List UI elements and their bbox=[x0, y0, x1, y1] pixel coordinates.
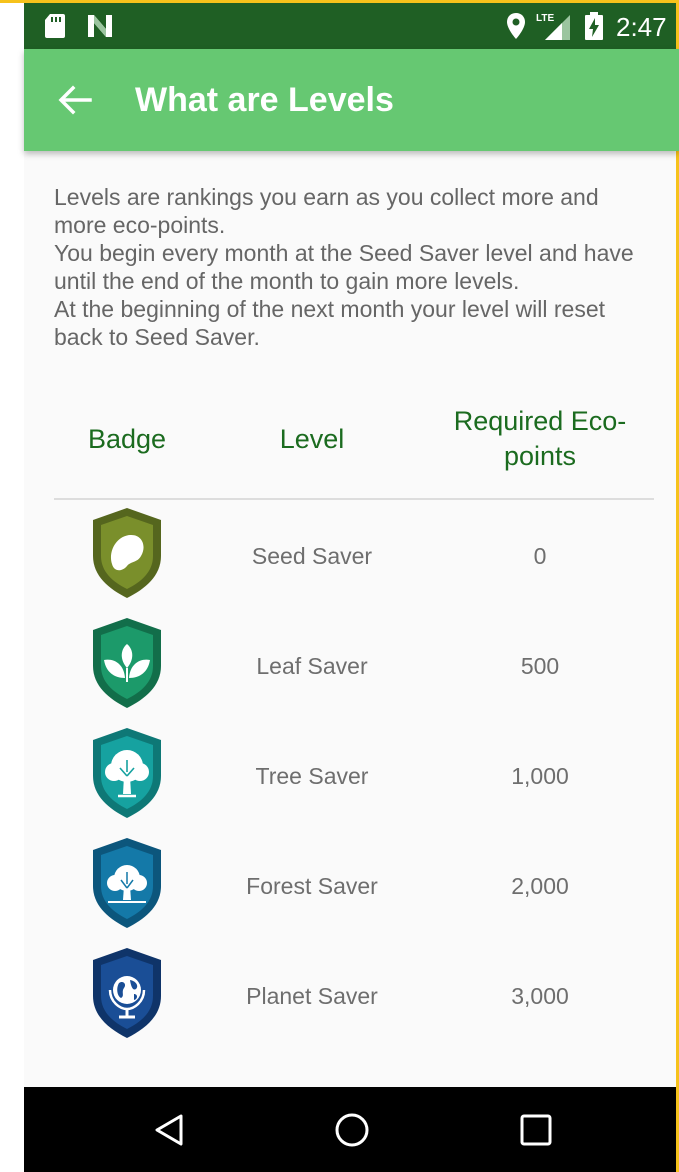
intro-paragraph: Levels are rankings you earn as you coll… bbox=[54, 184, 599, 238]
level-name: Leaf Saver bbox=[256, 653, 368, 679]
tree-badge-icon bbox=[93, 728, 161, 818]
table-row: Seed Saver 0 bbox=[24, 506, 679, 616]
forest-badge-icon bbox=[93, 838, 161, 928]
table-row: Leaf Saver 500 bbox=[24, 616, 679, 726]
header-level: Level bbox=[279, 424, 345, 454]
sd-card-icon bbox=[45, 14, 65, 38]
nav-home-icon[interactable] bbox=[334, 1112, 370, 1148]
location-icon bbox=[507, 13, 525, 39]
content-area: Levels are rankings you earn as you coll… bbox=[24, 151, 679, 1087]
level-name: Forest Saver bbox=[246, 873, 378, 899]
page-title: What are Levels bbox=[135, 81, 394, 119]
lte-signal-icon: LTE bbox=[536, 13, 570, 40]
status-time: 2:47 bbox=[616, 12, 667, 42]
level-points: 500 bbox=[520, 653, 560, 679]
arrow-back-icon[interactable] bbox=[58, 85, 92, 115]
leaf-badge-icon bbox=[93, 618, 161, 708]
battery-charging-icon bbox=[585, 12, 603, 40]
level-points: 1,000 bbox=[511, 763, 569, 789]
level-points: 2,000 bbox=[511, 873, 569, 899]
header-points: Required Eco-points bbox=[453, 406, 627, 471]
level-points: 0 bbox=[533, 543, 547, 569]
left-margin bbox=[0, 0, 24, 1172]
n-notification-icon bbox=[88, 15, 112, 37]
level-name: Planet Saver bbox=[246, 983, 378, 1009]
intro-text: Levels are rankings you earn as you coll… bbox=[54, 183, 654, 351]
level-points: 3,000 bbox=[511, 983, 569, 1009]
table-row: Planet Saver 3,000 bbox=[24, 946, 679, 1056]
svg-text:LTE: LTE bbox=[536, 13, 554, 24]
app-bar: What are Levels bbox=[24, 49, 679, 151]
status-bar: LTE 2:47 bbox=[24, 3, 679, 49]
table-row: Forest Saver 2,000 bbox=[24, 836, 679, 946]
table-row: Tree Saver 1,000 bbox=[24, 726, 679, 836]
intro-paragraph: You begin every month at the Seed Saver … bbox=[54, 240, 634, 294]
intro-paragraph: At the beginning of the next month your … bbox=[54, 296, 606, 350]
system-nav-bar bbox=[24, 1087, 679, 1172]
planet-badge-icon bbox=[93, 948, 161, 1038]
nav-recents-icon[interactable] bbox=[518, 1112, 554, 1148]
header-divider bbox=[54, 498, 654, 500]
level-name: Tree Saver bbox=[255, 763, 369, 789]
nav-back-icon[interactable] bbox=[152, 1112, 188, 1148]
level-name: Seed Saver bbox=[251, 543, 373, 569]
header-badge: Badge bbox=[87, 424, 167, 454]
seed-badge-icon bbox=[93, 508, 161, 598]
